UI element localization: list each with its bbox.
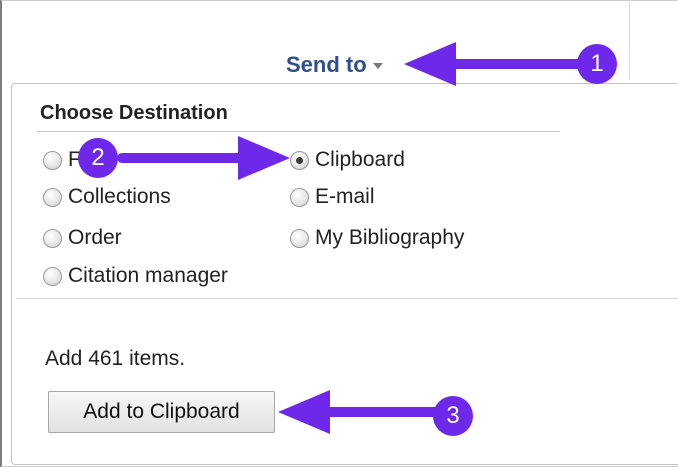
step-2-badge: 2 bbox=[78, 138, 118, 178]
annotation-arrow-1 bbox=[404, 42, 585, 86]
annotation-arrow-3 bbox=[278, 390, 445, 434]
annotation-arrow-2 bbox=[117, 136, 290, 180]
annotation-arrows bbox=[117, 42, 585, 434]
step-3-badge: 3 bbox=[433, 396, 473, 436]
step-1-badge: 1 bbox=[577, 44, 617, 84]
